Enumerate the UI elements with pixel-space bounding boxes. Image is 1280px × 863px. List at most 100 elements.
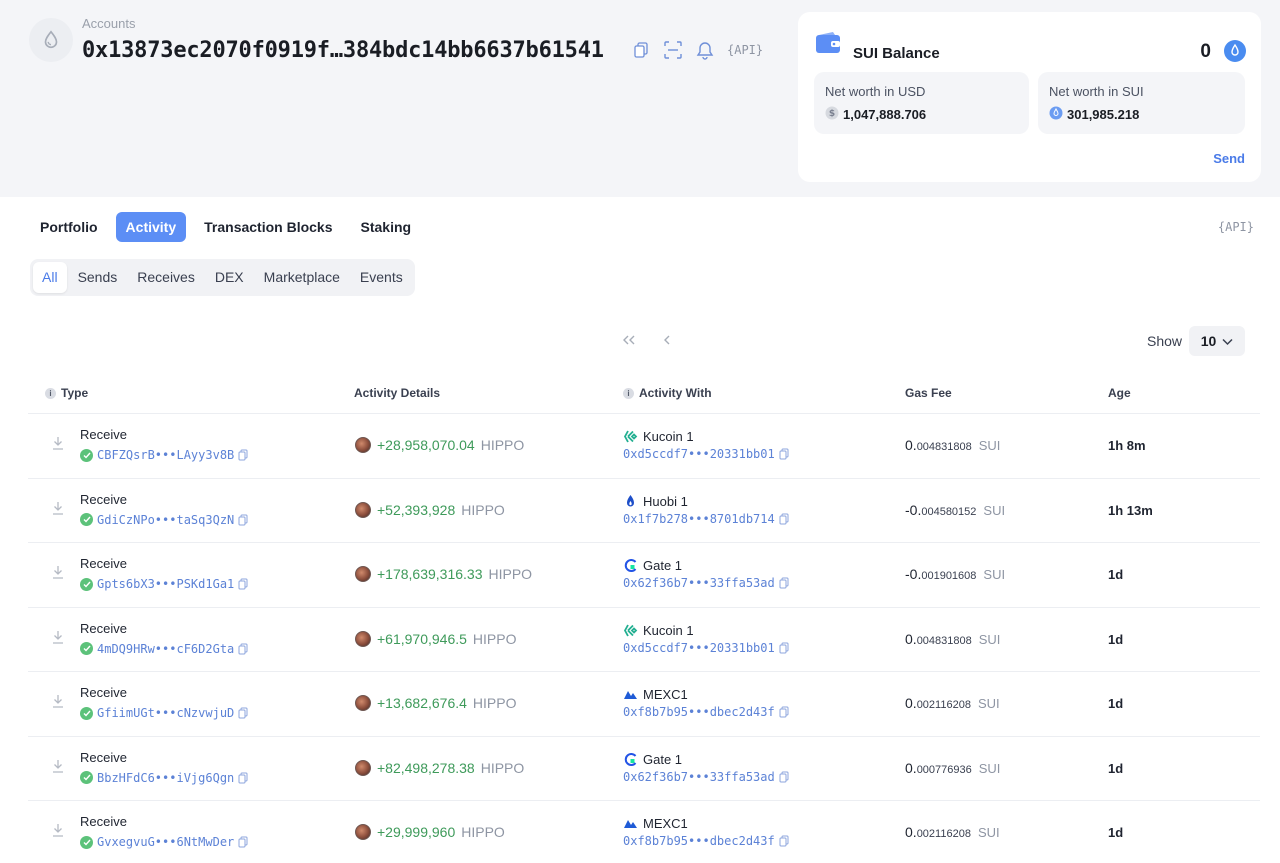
tx-digest-link[interactable]: GdiCzNPo•••taSq3QzN [97,513,234,527]
activity-with: MEXC1 0xf8b7b95•••dbec2d43f [623,687,789,719]
activity-age: 1d [1108,696,1124,711]
filter-marketplace[interactable]: Marketplace [255,262,349,293]
gate-icon [623,558,638,573]
sui-token-icon [1224,40,1246,67]
activity-amount: +13,682,676.4 [377,695,467,711]
send-link[interactable]: Send [1213,151,1245,166]
exchange-name: MEXC1 [643,687,688,702]
table-row[interactable]: Receive GdiCzNPo•••taSq3QzN +52,393,928 … [28,479,1260,543]
filter-sends[interactable]: Sends [69,262,127,293]
exchange-name: Kucoin 1 [643,622,694,638]
counterparty-address-link[interactable]: 0xf8b7b95•••dbec2d43f [623,705,775,719]
net-worth-sui-value: 301,985.218 [1067,107,1140,122]
net-worth-usd-label: Net worth in USD [825,84,926,99]
activity-with: MEXC1 0xf8b7b95•••dbec2d43f [623,816,789,848]
tab-staking[interactable]: Staking [351,212,422,242]
copy-icon[interactable] [779,771,789,783]
tx-digest-link[interactable]: CBFZQsrB•••LAyy3v8B [97,448,234,462]
table-row[interactable]: Receive 4mDQ9HRw•••cF6D2Gta +61,970,946.… [28,608,1260,672]
gas-fee-integer: 0. [905,824,917,840]
gas-fee-integer: 0. [905,630,917,647]
net-worth-usd-value: 1,047,888.706 [843,107,927,122]
gas-fee-fraction: 001901608 [921,570,977,582]
column-age-label: Age [1108,386,1131,400]
tx-digest-link[interactable]: GfiimUGt•••cNzvwjuD [97,706,234,720]
tab-portfolio[interactable]: Portfolio [30,212,108,242]
copy-icon[interactable] [238,578,248,590]
exchange-name: Gate 1 [643,558,683,573]
tx-digest: GfiimUGt•••cNzvwjuD [80,706,248,720]
gate-icon [623,752,638,767]
filter-events[interactable]: Events [351,262,412,293]
activity-type: Receive [80,491,127,507]
prev-page-icon[interactable] [658,331,676,349]
tx-digest-link[interactable]: 4mDQ9HRw•••cF6D2Gta [97,642,234,656]
column-age: Age [1108,386,1131,400]
counterparty-address-link[interactable]: 0x1f7b278•••8701db714 [623,512,775,526]
filter-dex[interactable]: DEX [206,262,253,293]
counterparty-address: 0xf8b7b95•••dbec2d43f [623,705,789,719]
first-page-icon[interactable] [620,331,638,349]
copy-icon[interactable] [238,643,248,655]
activity-token: HIPPO [488,566,533,582]
counterparty-address-link[interactable]: 0x62f36b7•••33ffa53ad [623,770,775,784]
copy-icon[interactable] [779,835,789,847]
tab-transaction-blocks[interactable]: Transaction Blocks [194,212,342,242]
activity-api-link[interactable]: {API} [1218,220,1254,234]
table-row[interactable]: Receive GvxegvuG•••6NtMwDer +29,999,960 … [28,801,1260,863]
activity-type: Receive [80,556,127,571]
filter-all[interactable]: All [33,262,67,293]
copy-icon[interactable] [779,706,789,718]
gas-fee: -0.001901608 SUI [905,566,1005,582]
gas-fee: 0.004831808 SUI [905,437,1000,453]
gas-fee: 0.002116208 SUI [905,695,1000,711]
hippo-token-icon [355,824,371,840]
copy-icon[interactable] [238,772,248,784]
tx-digest-link[interactable]: Gpts6bX3•••PSKd1Ga1 [97,577,234,591]
copy-icon[interactable] [238,707,248,719]
table-row[interactable]: Receive Gpts6bX3•••PSKd1Ga1 +178,639,316… [28,543,1260,608]
tx-digest: GdiCzNPo•••taSq3QzN [80,513,248,527]
gas-fee-fraction: 000776936 [916,763,972,776]
exchange-name: Gate 1 [643,751,683,767]
gas-fee-integer: -0. [905,566,922,582]
copy-icon[interactable] [238,514,248,526]
gas-fee-unit: SUI [977,696,1000,711]
tx-digest-link[interactable]: BbzHFdC6•••iVjg6Qgn [97,771,234,785]
table-row[interactable]: Receive GfiimUGt•••cNzvwjuD +13,682,676.… [28,672,1260,737]
activity-details: +178,639,316.33 HIPPO [355,566,532,582]
counterparty-address-link[interactable]: 0xd5ccdf7•••20331bb01 [623,447,775,461]
account-droplet-icon [29,18,73,62]
copy-icon[interactable] [238,449,248,461]
copy-address-icon[interactable] [631,40,651,60]
gas-fee-fraction: 002116208 [916,699,971,711]
gas-fee-integer: -0. [905,501,922,518]
exchange-name-row: MEXC1 [623,816,789,831]
copy-icon[interactable] [779,513,789,525]
copy-icon[interactable] [779,642,789,654]
activity-with: Kucoin 1 0xd5ccdf7•••20331bb01 [623,429,789,461]
copy-icon[interactable] [779,448,789,460]
table-row[interactable]: Receive BbzHFdC6•••iVjg6Qgn +82,498,278.… [28,737,1260,801]
counterparty-address-link[interactable]: 0x62f36b7•••33ffa53ad [623,576,775,590]
activity-details: +28,958,070.04 HIPPO [355,437,524,453]
api-link[interactable]: {API} [727,43,763,57]
counterparty-address-link[interactable]: 0xf8b7b95•••dbec2d43f [623,834,775,848]
counterparty-address-link[interactable]: 0xd5ccdf7•••20331bb01 [623,641,775,655]
qr-scan-icon[interactable] [663,40,683,60]
tab-activity[interactable]: Activity [115,212,187,242]
activity-type: Receive [80,749,127,765]
activity-details: +61,970,946.5 HIPPO [355,630,517,647]
bell-icon[interactable] [695,40,715,60]
filter-receives[interactable]: Receives [128,262,204,293]
account-address: 0x13873ec2070f0919f…384bdc14bb6637b61541 [82,38,604,63]
copy-icon[interactable] [779,577,789,589]
activity-age: 1d [1108,631,1124,647]
tx-digest-link[interactable]: GvxegvuG•••6NtMwDer [97,835,234,849]
column-gas: Gas Fee [905,386,952,400]
copy-icon[interactable] [238,836,248,848]
page-size-select[interactable]: 10 [1189,326,1245,356]
table-row[interactable]: Receive CBFZQsrB•••LAyy3v8B +28,958,070.… [28,414,1260,479]
main-tabs: Portfolio Activity Transaction Blocks St… [30,212,421,242]
exchange-name: Huobi 1 [643,493,688,509]
